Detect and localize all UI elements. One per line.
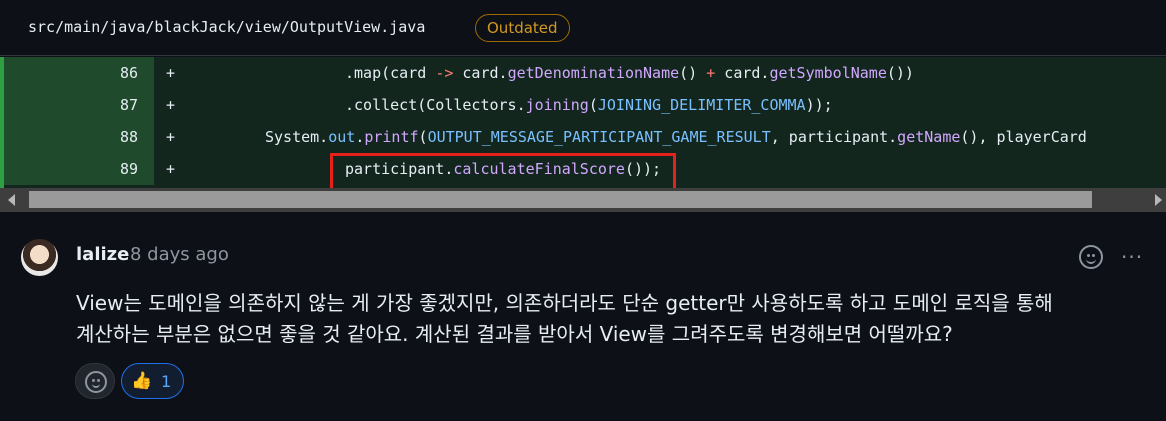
code-token: ( [418, 128, 428, 146]
comment-body-line: 계산하는 부분은 없으면 좋을 것 같아요. 계산된 결과를 받아서 View를… [76, 322, 953, 346]
code-token: , participant. [770, 128, 898, 146]
code-token: joining [525, 96, 589, 114]
add-reaction-button[interactable] [75, 363, 115, 399]
scroll-thumb[interactable] [29, 191, 1092, 208]
code-token: out [328, 128, 356, 146]
scroll-right-arrow-icon[interactable] [1155, 194, 1162, 206]
code-token: ( [588, 96, 598, 114]
diff-line-86: 86 + .map(card -> card.getDenominationNa… [0, 57, 1166, 89]
code-token: JOINING_DELIMITER_COMMA [597, 96, 806, 114]
diff-line-87: 87 + .collect(Collectors.joining(JOINING… [0, 89, 1166, 121]
highlight-annotation-box [330, 153, 676, 193]
smiley-icon [85, 371, 107, 393]
reaction-count: 1 [161, 372, 172, 391]
code-token: .map(card [345, 64, 436, 82]
code-token: OUTPUT_MESSAGE_PARTICIPANT_GAME_RESULT [427, 128, 771, 146]
comment-time[interactable]: 8 days ago [130, 244, 229, 265]
added-marker: + [166, 96, 176, 114]
code-token: )); [805, 96, 833, 114]
added-marker: + [166, 160, 176, 178]
comment-body-line: View는 도메인을 의존하지 않는 게 가장 좋겠지만, 의존하더라도 단순 … [76, 291, 1053, 315]
smiley-icon[interactable] [1079, 245, 1103, 269]
smiley-mouth [1086, 257, 1096, 264]
code-token: printf [364, 128, 419, 146]
avatar[interactable] [21, 239, 58, 276]
code-token: getDenominationName [507, 64, 680, 82]
review-comment: lalize 8 days ago ··· View는 도메인을 의존하지 않는… [0, 212, 1166, 421]
code-text: .collect(Collectors.joining(JOINING_DELI… [345, 89, 833, 121]
line-number[interactable]: 87 [4, 89, 154, 121]
thumbs-up-icon: 👍 [131, 371, 153, 391]
code-token: + [706, 64, 716, 82]
code-token: (), playerCard [960, 128, 1087, 146]
file-path[interactable]: src/main/java/blackJack/view/OutputView.… [28, 18, 425, 36]
code-token: getName [897, 128, 961, 146]
kebab-horizontal-icon[interactable]: ··· [1121, 245, 1143, 269]
added-marker: + [166, 128, 176, 146]
line-number[interactable]: 86 [4, 57, 154, 89]
code-text: .map(card -> card.getDenominationName() … [345, 57, 914, 89]
thumbs-up-reaction-button[interactable]: 👍 1 [121, 363, 184, 399]
code-token: -> [435, 64, 454, 82]
code-token: card. [715, 64, 770, 82]
line-number[interactable]: 88 [4, 121, 154, 153]
outdated-badge: Outdated [475, 14, 570, 42]
code-text: System.out.printf(OUTPUT_MESSAGE_PARTICI… [265, 121, 1087, 153]
code-token: getSymbolName [769, 64, 887, 82]
horizontal-scrollbar[interactable] [0, 188, 1166, 212]
code-token: System. [265, 128, 329, 146]
scroll-left-arrow-icon[interactable] [8, 194, 15, 206]
line-number[interactable]: 89 [4, 153, 154, 185]
code-token: .collect(Collectors. [345, 96, 526, 114]
diff-line-88: 88 + System.out.printf(OUTPUT_MESSAGE_PA… [0, 121, 1166, 153]
comment-author[interactable]: lalize [76, 244, 129, 265]
smiley-mouth [92, 382, 100, 388]
code-token: card. [453, 64, 508, 82]
file-header: src/main/java/blackJack/view/OutputView.… [0, 0, 1166, 56]
code-token: ()) [886, 64, 914, 82]
code-token: () [679, 64, 707, 82]
added-marker: + [166, 64, 176, 82]
code-token: . [355, 128, 365, 146]
